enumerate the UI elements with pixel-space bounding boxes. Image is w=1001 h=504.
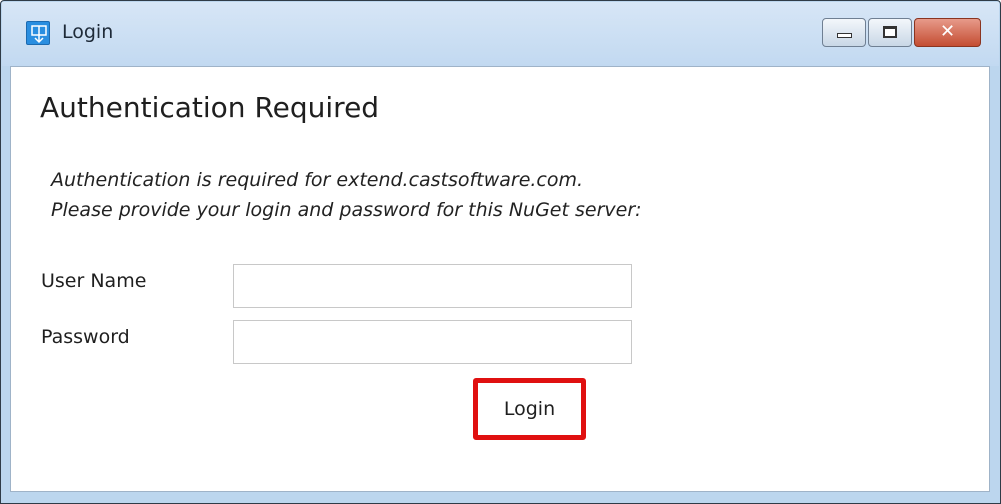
maximize-icon <box>883 26 897 38</box>
minimize-button[interactable] <box>822 18 866 47</box>
window-title: Login <box>62 21 114 43</box>
nuget-package-icon <box>26 21 50 45</box>
message-line-2: Please provide your login and password f… <box>51 199 642 221</box>
message-line-1: Authentication is required for extend.ca… <box>51 169 584 191</box>
close-icon: ✕ <box>939 21 956 42</box>
password-input[interactable] <box>233 320 632 364</box>
password-label: Password <box>41 326 130 348</box>
minimize-icon <box>837 33 852 38</box>
login-button[interactable]: Login <box>478 383 581 435</box>
dialog-content: Authentication Required Authentication i… <box>10 66 990 492</box>
username-label: User Name <box>41 270 147 292</box>
username-input[interactable] <box>233 264 632 308</box>
title-bar[interactable]: Login ✕ <box>2 2 999 66</box>
maximize-button[interactable] <box>868 18 912 47</box>
login-window: Login ✕ Authentication Required Authenti… <box>0 0 1001 504</box>
close-button[interactable]: ✕ <box>914 18 981 47</box>
dialog-heading: Authentication Required <box>40 91 380 124</box>
dialog-message: Authentication is required for extend.ca… <box>51 165 642 225</box>
